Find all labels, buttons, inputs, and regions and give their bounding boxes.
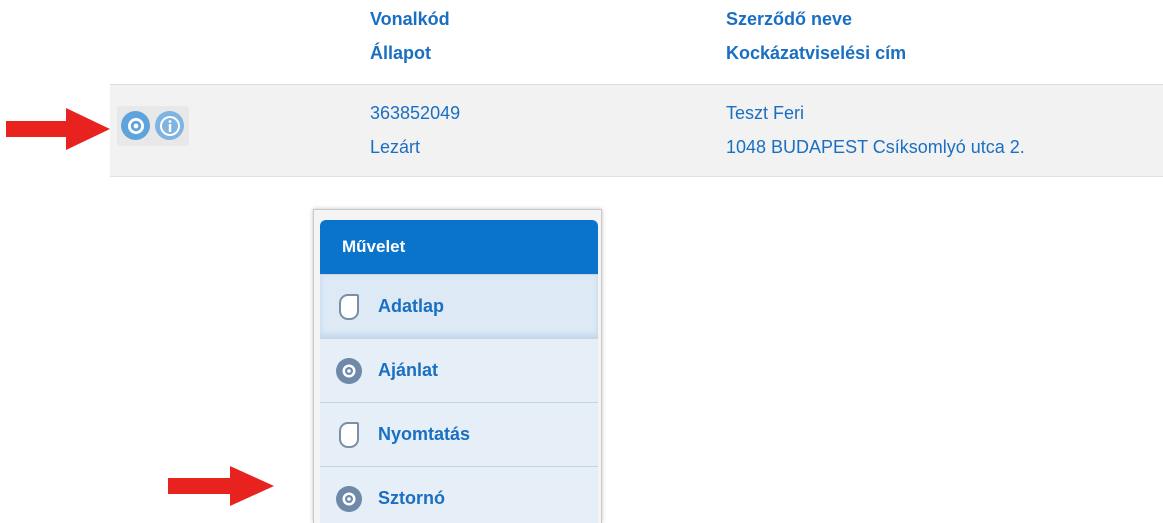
page-icon [334,420,364,450]
row-risk-address: 1048 BUDAPEST Csíksomlyó utca 2. [726,137,1025,157]
menu-title: Művelet [320,220,598,274]
row-action-icons [117,106,189,146]
row-barcode: 363852049 [370,103,461,123]
gear-icon[interactable] [121,111,150,140]
red-arrow-icon [168,466,274,506]
table-header-col2: Szerződő neve Kockázatviselési cím [726,2,906,70]
menu-item-label: Ajánlat [378,360,439,380]
header-status[interactable]: Állapot [370,36,450,70]
row-contractor-name: Teszt Feri [726,103,805,123]
red-arrow-icon [6,108,110,150]
menu-item-label: Sztornó [378,488,445,508]
menu-item-sztorno[interactable]: Sztornó [320,466,598,523]
row-status: Lezárt [370,137,421,157]
menu-item-ajanlat[interactable]: Ajánlat [320,338,598,402]
info-icon[interactable] [155,111,184,140]
page-icon [334,292,364,322]
header-risk-address[interactable]: Kockázatviselési cím [726,36,906,70]
header-barcode[interactable]: Vonalkód [370,2,450,36]
gear-icon [334,484,364,514]
gear-icon [334,356,364,386]
header-contractor-name[interactable]: Szerződő neve [726,2,906,36]
table-header-col1: Vonalkód Állapot [370,2,450,70]
menu-item-adatlap[interactable]: Adatlap [320,274,598,338]
menu-item-nyomtatas[interactable]: Nyomtatás [320,402,598,466]
action-context-menu: Művelet Adatlap Ajánlat Nyomtatás Sztorn… [313,209,602,523]
menu-item-label: Adatlap [378,296,445,316]
menu-item-label: Nyomtatás [378,424,471,444]
